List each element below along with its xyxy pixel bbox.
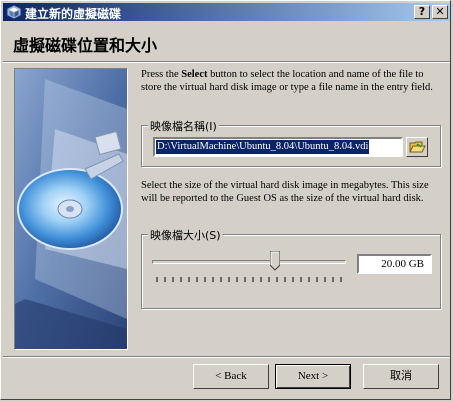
size-slider-thumb[interactable] [269, 251, 280, 271]
size-instructions: Select the size of the virtual hard disk… [141, 180, 429, 204]
page-header: 虛擬磁碟位置和大小 [3, 22, 450, 60]
back-button-label: < Back [215, 370, 247, 382]
back-button[interactable]: < Back [193, 364, 269, 389]
dialog-window: 建立新的虛擬磁碟 ? ✕ 虛擬磁碟位置和大小 Press the Select … [0, 0, 451, 400]
window-title: 建立新的虛擬磁碟 [25, 7, 122, 21]
folder-open-icon [409, 141, 426, 153]
size-value-input[interactable]: 20.00 GB [357, 254, 432, 274]
cancel-button[interactable]: 取消 [363, 364, 439, 389]
help-button[interactable]: ? [414, 5, 430, 19]
select-file-button[interactable] [406, 137, 428, 157]
size-slider-ticks [156, 277, 342, 282]
next-button[interactable]: Next > [275, 364, 351, 389]
footer-divider [3, 356, 450, 358]
title-bar[interactable]: 建立新的虛擬磁碟 ? ✕ [3, 3, 450, 21]
image-file-path-input[interactable]: D:\VirtualMachine\Ubuntu_8.04\Ubuntu_8.0… [153, 137, 403, 157]
image-size-label: 映像檔大小(S) [148, 227, 223, 243]
page-title: 虛擬磁碟位置和大小 [13, 36, 158, 55]
image-file-name-label: 映像檔名稱(I) [148, 118, 219, 134]
image-size-group: 映像檔大小(S) 20.00 GB [141, 227, 441, 309]
header-divider [3, 61, 450, 63]
cancel-button-label: 取消 [390, 370, 412, 382]
image-file-name-group: 映像檔名稱(I) D:\VirtualMachine\Ubuntu_8.04\U… [141, 118, 441, 167]
image-file-path-text: D:\VirtualMachine\Ubuntu_8.04\Ubuntu_8.0… [156, 140, 370, 154]
instruction-text-pre: Press the [141, 69, 182, 80]
close-button[interactable]: ✕ [432, 5, 448, 19]
hard-disk-illustration [15, 69, 127, 349]
instruction-text-bold: Select [181, 69, 208, 80]
size-slider-track[interactable] [152, 260, 346, 264]
next-button-label: Next > [297, 370, 329, 382]
virtualbox-icon [6, 4, 22, 20]
wizard-hard-disk-image [14, 68, 128, 350]
location-instructions: Press the Select button to select the lo… [141, 68, 441, 94]
